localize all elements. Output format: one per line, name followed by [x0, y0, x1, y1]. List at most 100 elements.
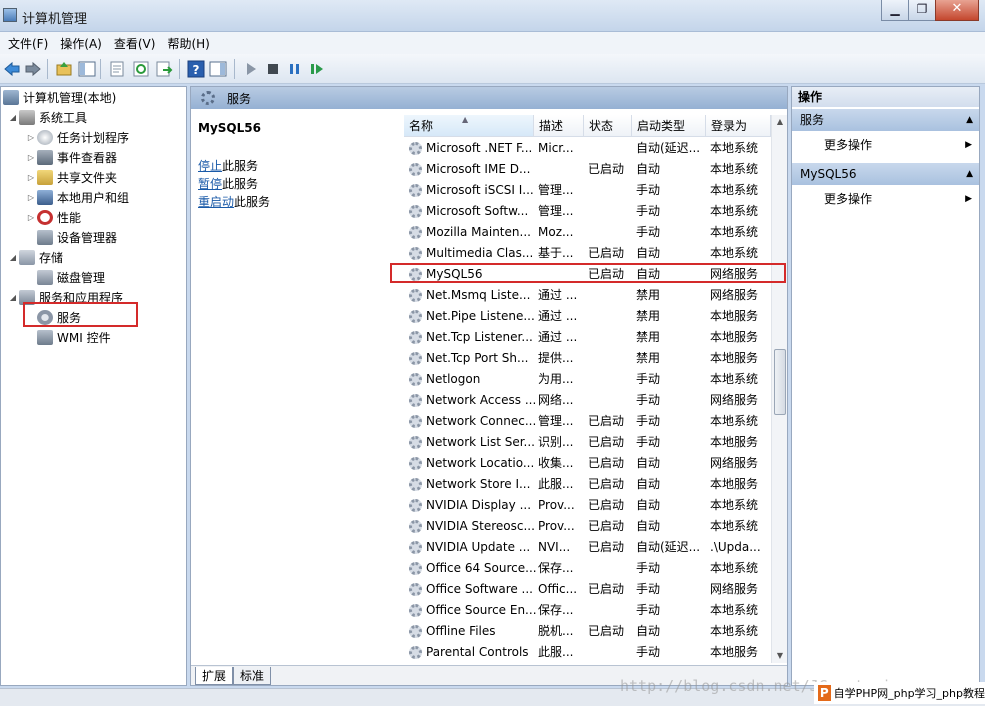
tree-item-system-tools[interactable]: ◢ 系统工具	[7, 107, 87, 127]
stop-link[interactable]: 停止	[198, 159, 222, 173]
tab-standard[interactable]: 标准	[233, 667, 272, 685]
forward-icon[interactable]	[24, 60, 42, 78]
service-startup-type: 手动	[636, 435, 661, 449]
up-folder-icon[interactable]	[55, 60, 73, 78]
service-row[interactable]: Network List Ser... 识别... 已启动 手动 本地服务	[404, 432, 784, 453]
column-header-status[interactable]: 状态	[584, 115, 632, 137]
show-hide-action-pane-icon[interactable]	[209, 60, 227, 78]
menu-help[interactable]: 帮助(H)	[161, 35, 215, 52]
service-row[interactable]: NVIDIA Display ... Prov... 已启动 自动 本地系统	[404, 495, 784, 516]
actions-section-mysql56[interactable]: MySQL56 ▲	[792, 163, 979, 185]
service-row[interactable]: Net.Msmq Liste... 通过 ... 禁用 网络服务	[404, 285, 784, 306]
expand-arrow-icon[interactable]: ▷	[25, 173, 37, 182]
pause-link[interactable]: 暂停	[198, 177, 222, 191]
service-row[interactable]: NVIDIA Update ... NVI... 已启动 自动(延迟... .\Upda…	[404, 537, 784, 558]
tab-extended[interactable]: 扩展	[195, 667, 234, 685]
minimize-button[interactable]: ▁	[881, 0, 909, 21]
tree-item-performance[interactable]: ▷ 性能	[25, 207, 81, 227]
show-hide-tree-icon[interactable]	[78, 60, 96, 78]
service-startup-type: 手动	[636, 582, 661, 596]
service-row[interactable]: Multimedia Clas... 基于... 已启动 自动 本地系统	[404, 243, 784, 264]
service-row[interactable]: Network Access ... 网络... 手动 网络服务	[404, 390, 784, 411]
menu-action[interactable]: 操作(A)	[54, 35, 108, 52]
actions-section-services[interactable]: 服务 ▲	[792, 109, 979, 131]
tree-label: 任务计划程序	[57, 130, 130, 145]
tree-item-storage[interactable]: ◢ 存储	[7, 247, 63, 267]
tree-item-shared-folders[interactable]: ▷ 共享文件夹	[25, 167, 117, 187]
users-icon	[37, 189, 53, 205]
expand-arrow-icon[interactable]: ▷	[25, 133, 37, 142]
start-service-icon[interactable]	[242, 60, 260, 78]
service-row[interactable]: Mozilla Mainten... Moz... 手动 本地系统	[404, 222, 784, 243]
service-row[interactable]: Network Connec... 管理... 已启动 手动 本地系统	[404, 411, 784, 432]
service-row[interactable]: Network Store I... 此服... 已启动 自动 本地服务	[404, 474, 784, 495]
service-row[interactable]: Net.Tcp Listener... 通过 ... 禁用 本地服务	[404, 327, 784, 348]
collapse-arrow-icon[interactable]: ◢	[7, 293, 19, 302]
expand-arrow-icon[interactable]: ▷	[25, 213, 37, 222]
tree-item-event-viewer[interactable]: ▷ 事件查看器	[25, 147, 117, 167]
service-row[interactable]: Netlogon 为用... 手动 本地系统	[404, 369, 784, 390]
more-actions-label: 更多操作	[824, 138, 873, 152]
service-description: 网络...	[538, 393, 574, 407]
restart-service-icon[interactable]	[308, 60, 326, 78]
service-row[interactable]: Microsoft Softw... 管理... 手动 本地系统	[404, 201, 784, 222]
vertical-scrollbar[interactable]: ▲ ▼	[771, 115, 787, 663]
tree-item-disk-management[interactable]: 磁盘管理	[37, 267, 105, 287]
refresh-icon[interactable]	[132, 60, 150, 78]
pause-service-icon[interactable]	[286, 60, 304, 78]
service-startup-type: 禁用	[636, 330, 661, 344]
scroll-up-icon[interactable]: ▲	[772, 115, 788, 129]
scroll-thumb[interactable]	[774, 349, 786, 415]
service-log-on-as: 本地系统	[710, 519, 759, 533]
service-name: Microsoft IME D...	[426, 162, 531, 176]
service-startup-type: 禁用	[636, 351, 661, 365]
help-icon[interactable]: ?	[187, 60, 205, 78]
service-name: Network Locatio...	[426, 456, 535, 470]
collapse-arrow-icon[interactable]: ◢	[7, 253, 19, 262]
back-icon[interactable]	[3, 60, 21, 78]
stop-service-icon[interactable]	[264, 60, 282, 78]
tree-item-wmi[interactable]: WMI 控件	[37, 327, 111, 347]
service-status: 已启动	[588, 456, 625, 470]
service-description: Prov...	[538, 498, 575, 512]
storage-icon	[19, 249, 35, 265]
service-row[interactable]: Microsoft .NET F... Micr... 自动(延迟... 本地系统	[404, 138, 784, 159]
service-row[interactable]: Net.Pipe Listene... 通过 ... 禁用 本地服务	[404, 306, 784, 327]
column-header-name[interactable]: 名称 ▲	[404, 115, 534, 137]
gear-icon	[409, 457, 422, 470]
service-log-on-as: 网络服务	[710, 288, 759, 302]
gear-icon	[409, 331, 422, 344]
column-header-startup-type[interactable]: 启动类型	[632, 115, 706, 137]
service-row[interactable]: Office Source En... 保存... 手动 本地系统	[404, 600, 784, 621]
service-row[interactable]: Microsoft iSCSI I... 管理... 手动 本地系统	[404, 180, 784, 201]
service-row[interactable]: Parental Controls 此服... 手动 本地服务	[404, 642, 784, 663]
tree-item-device-manager[interactable]: 设备管理器	[37, 227, 117, 247]
scroll-down-icon[interactable]: ▼	[772, 649, 788, 663]
more-actions-mysql56[interactable]: 更多操作 ▶	[792, 189, 979, 209]
close-button[interactable]: ✕	[935, 0, 979, 21]
tree-item-local-users[interactable]: ▷ 本地用户和组	[25, 187, 129, 207]
collapse-arrow-icon[interactable]: ◢	[7, 113, 19, 122]
export-list-icon[interactable]	[155, 60, 173, 78]
more-actions-services[interactable]: 更多操作 ▶	[792, 135, 979, 155]
services-header-title: 服务	[227, 91, 252, 106]
column-header-log-on-as[interactable]: 登录为	[706, 115, 771, 137]
menu-view[interactable]: 查看(V)	[108, 35, 162, 52]
service-row[interactable]: Net.Tcp Port Sh... 提供... 禁用 本地服务	[404, 348, 784, 369]
service-name: Parental Controls	[426, 645, 529, 659]
menu-file[interactable]: 文件(F)	[2, 35, 54, 52]
service-row[interactable]: Offline Files 脱机... 已启动 自动 本地系统	[404, 621, 784, 642]
properties-icon[interactable]	[108, 60, 126, 78]
expand-arrow-icon[interactable]: ▷	[25, 153, 37, 162]
maximize-button[interactable]: ❐	[908, 0, 936, 21]
column-header-description[interactable]: 描述	[534, 115, 584, 137]
service-row[interactable]: NVIDIA Stereosc... Prov... 已启动 自动 本地系统	[404, 516, 784, 537]
service-row[interactable]: Microsoft IME D... 已启动 自动 本地系统	[404, 159, 784, 180]
service-row[interactable]: Office 64 Source... 保存... 手动 本地系统	[404, 558, 784, 579]
restart-link[interactable]: 重启动	[198, 195, 234, 209]
expand-arrow-icon[interactable]: ▷	[25, 193, 37, 202]
service-row[interactable]: Network Locatio... 收集... 已启动 自动 网络服务	[404, 453, 784, 474]
service-row[interactable]: Office Software ... Offic... 已启动 手动 网络服务	[404, 579, 784, 600]
tree-item-root[interactable]: 计算机管理(本地)	[3, 87, 116, 107]
tree-item-task-scheduler[interactable]: ▷ 任务计划程序	[25, 127, 129, 147]
